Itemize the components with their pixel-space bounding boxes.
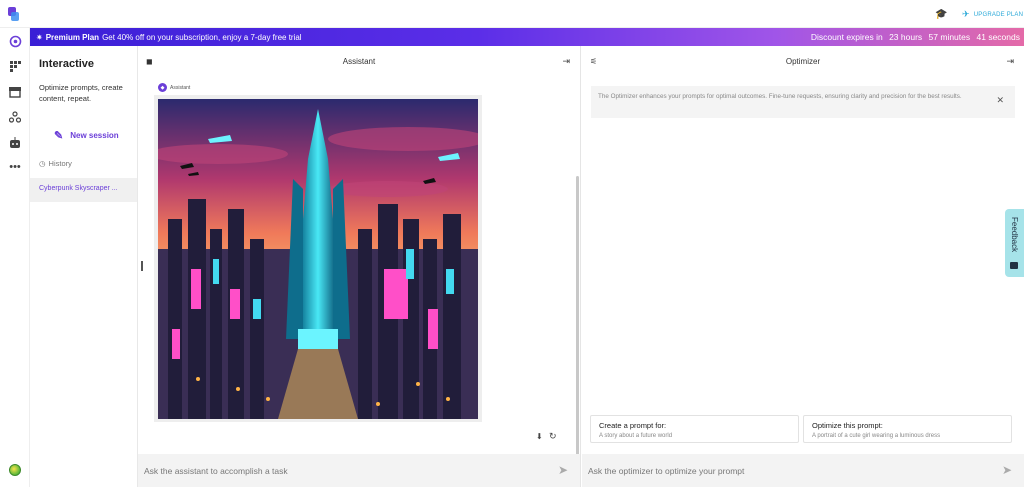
card-title: Create a prompt for: <box>599 421 667 430</box>
history-label: History <box>48 159 72 168</box>
discount-countdown: Discount expires in 23 hours 57 minutes … <box>811 32 1020 42</box>
panel-resize-handle[interactable] <box>141 261 143 271</box>
graduation-cap-icon[interactable]: 🎓 <box>935 9 947 20</box>
optimizer-title: Optimizer <box>785 57 821 66</box>
optimizer-input[interactable] <box>582 454 982 487</box>
sparkle-icon: ✷ <box>36 32 43 42</box>
app-logo[interactable] <box>8 7 20 21</box>
session-sidebar: Interactive Optimize prompts, create con… <box>30 46 138 487</box>
suggestion-card-optimize[interactable]: Optimize this prompt: A portrait of a cu… <box>803 415 1012 443</box>
feedback-icon <box>1010 262 1018 269</box>
countdown-seconds: 41 seconds <box>976 32 1020 42</box>
download-icon[interactable]: ⬇ <box>536 432 543 441</box>
optimizer-notice-text: The Optimizer enhances your prompts for … <box>598 93 962 100</box>
rocket-icon: ✈ <box>962 9 970 19</box>
send-icon[interactable]: ➤ <box>558 463 568 477</box>
message-author: ◆ Assistant <box>158 83 190 92</box>
promo-plan-name: Premium Plan <box>45 32 100 42</box>
collapse-icon[interactable]: ⇥ <box>562 56 570 67</box>
countdown-hours: 23 hours <box>889 32 923 42</box>
card-title: Optimize this prompt: <box>812 421 883 430</box>
assistant-input-bar: ➤ <box>138 454 580 487</box>
bot-icon[interactable] <box>8 135 22 149</box>
assistant-title: Assistant <box>342 57 376 66</box>
assistant-input[interactable] <box>138 454 538 487</box>
assistant-panel: ◼ Assistant ⇥ ◆ Assistant ⬇ ↻ Ask the as… <box>138 46 581 487</box>
send-icon[interactable]: ➤ <box>1002 463 1012 477</box>
history-clock-icon: ◷ <box>39 159 46 168</box>
avatar[interactable] <box>9 464 21 476</box>
suggestion-card-create[interactable]: Create a prompt for: A story about a fut… <box>590 415 799 443</box>
optimizer-panel: ⚟ Optimizer ⇥ The Optimizer enhances you… <box>582 46 1024 487</box>
countdown-minutes: 57 minutes <box>928 32 971 42</box>
upgrade-plan-button[interactable]: ✈ UPGRADE PLAN <box>962 9 1023 20</box>
history-item[interactable]: Cyberpunk Skyscraper ... <box>30 178 137 202</box>
close-icon[interactable]: ✕ <box>996 96 1004 105</box>
left-rail: ••• <box>0 28 30 487</box>
new-session-label: New session <box>70 131 119 140</box>
generated-image[interactable] <box>154 95 482 422</box>
sidebar-title: Interactive <box>39 58 95 70</box>
upgrade-plan-label: UPGRADE PLAN <box>973 11 1024 18</box>
top-bar: 🎓 ✈ UPGRADE PLAN <box>0 0 1024 28</box>
history-header[interactable]: ◷ History <box>39 159 72 168</box>
assistant-avatar-icon: ◆ <box>158 83 167 92</box>
optimizer-notice: The Optimizer enhances your prompts for … <box>591 86 1015 118</box>
optimizer-header: ⚟ Optimizer ⇥ <box>582 46 1024 76</box>
assistant-scrollbar[interactable] <box>576 176 579 456</box>
assistant-header: ◼ Assistant ⇥ <box>138 46 580 76</box>
workflow-icon[interactable] <box>8 110 22 124</box>
feedback-tab[interactable]: Feedback <box>1005 209 1024 277</box>
cyberpunk-city-image[interactable] <box>158 99 478 419</box>
collapse-icon[interactable]: ⇥ <box>1006 56 1014 67</box>
promo-message: Get 40% off on your subscription, enjoy … <box>102 32 302 42</box>
optimizer-input-bar: ➤ <box>582 454 1024 487</box>
message-author-label: Assistant <box>170 84 191 91</box>
new-session-button[interactable]: ✎ New session <box>54 129 119 142</box>
promo-banner[interactable]: ✷ Premium Plan Get 40% off on your subsc… <box>30 28 1024 46</box>
card-subtitle: A portrait of a cute girl wearing a lumi… <box>812 433 941 439</box>
more-dots-icon[interactable]: ••• <box>8 160 22 174</box>
edit-icon: ✎ <box>54 130 64 142</box>
card-subtitle: A story about a future world <box>599 433 673 439</box>
sidebar-description: Optimize prompts, create content, repeat… <box>39 83 123 103</box>
assistant-swirl-icon[interactable] <box>8 34 22 48</box>
store-icon[interactable] <box>8 85 22 99</box>
apps-grid-icon[interactable] <box>8 59 22 73</box>
refresh-icon[interactable]: ↻ <box>549 431 557 442</box>
discount-expires-label: Discount expires in <box>810 32 883 42</box>
feedback-label: Feedback <box>1010 217 1019 253</box>
